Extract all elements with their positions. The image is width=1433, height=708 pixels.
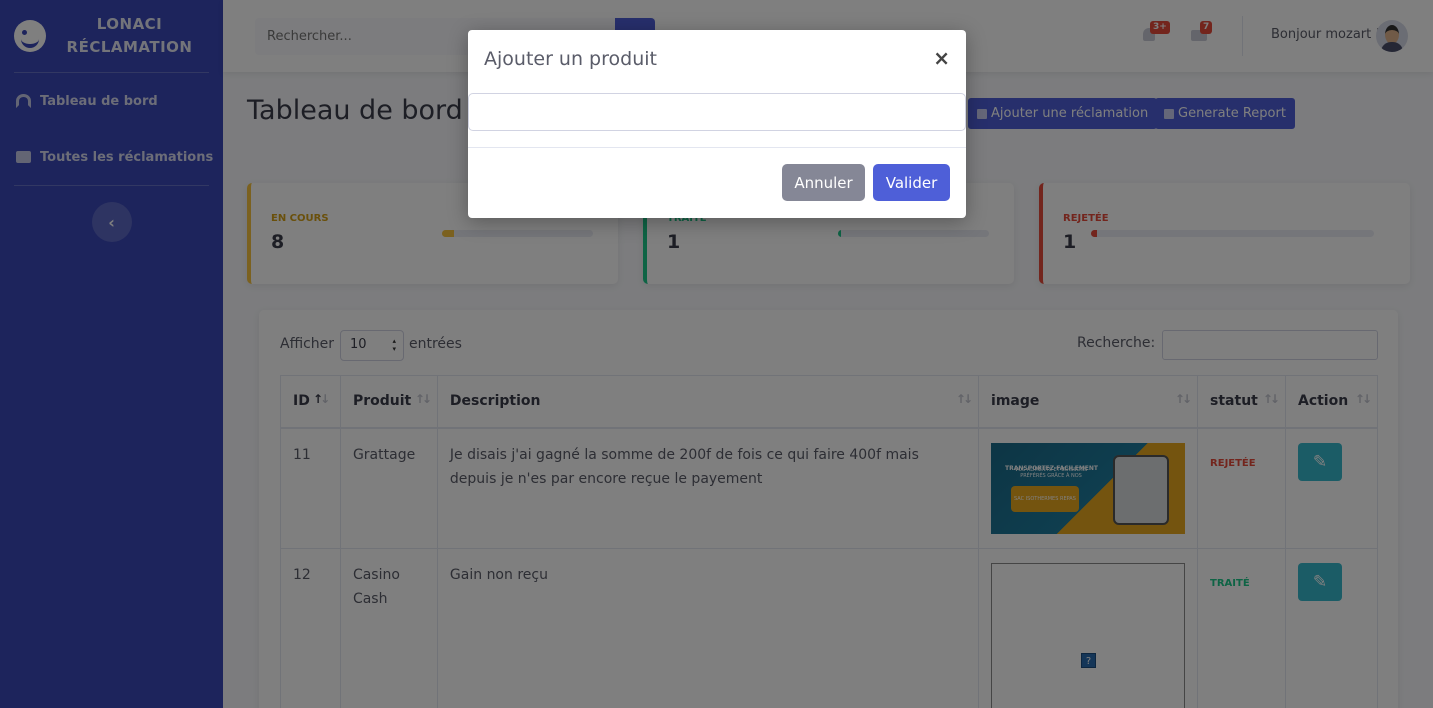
modal-title: Ajouter un produit <box>484 48 657 70</box>
close-icon[interactable]: × <box>933 48 950 68</box>
modal-divider <box>468 147 966 148</box>
confirm-button[interactable]: Valider <box>873 164 950 201</box>
cancel-button[interactable]: Annuler <box>782 164 865 201</box>
product-name-input[interactable] <box>468 93 966 131</box>
add-product-modal: Ajouter un produit × Annuler Valider <box>468 30 966 218</box>
